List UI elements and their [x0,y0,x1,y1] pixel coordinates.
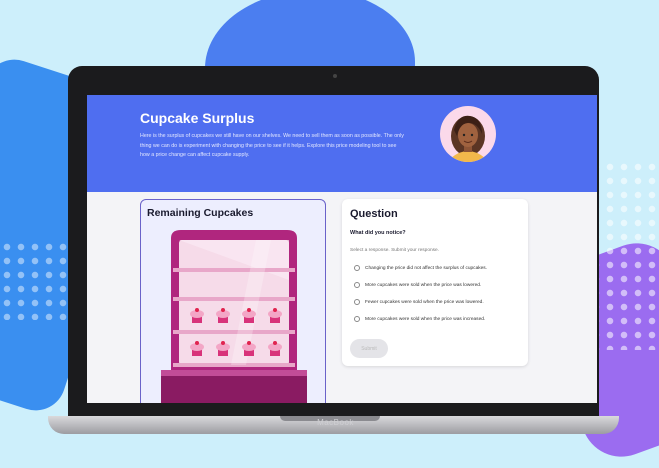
question-panel: Question What did you notice? Select a r… [342,199,528,366]
page-title: Cupcake Surplus [140,110,255,126]
page-description: Here is the surplus of cupcakes we still… [140,133,404,158]
remaining-cupcakes-panel: Remaining Cupcakes [140,199,326,403]
avatar [440,106,496,162]
answer-option-2[interactable]: More cupcakes were sold when the price w… [354,282,481,288]
answer-option-label: More cupcakes were sold when the price w… [365,282,482,288]
remaining-cupcakes-title: Remaining Cupcakes [147,207,254,219]
radio-icon[interactable] [354,282,360,288]
woman-avatar-icon [451,115,485,162]
display-case-icon [161,230,307,403]
answer-option-label: More cupcakes were sold when the price w… [365,316,486,322]
radio-icon[interactable] [354,299,360,305]
app-screen: Cupcake Surplus Here is the surplus of c… [87,95,597,403]
answer-option-label: Changing the price did not affect the su… [365,265,488,271]
background-dots-left [0,240,70,320]
laptop-camera [333,74,337,78]
question-instructions: Select a response. Submit your response. [350,248,440,253]
answer-option-1[interactable]: Changing the price did not affect the su… [354,265,487,271]
answer-option-3[interactable]: Fewer cupcakes were sold when the price … [354,299,484,305]
answer-option-label: Fewer cupcakes were sold when the price … [365,299,484,305]
background-dots-right [589,160,659,350]
answer-option-4[interactable]: More cupcakes were sold when the price w… [354,316,485,322]
submit-button[interactable]: Submit [350,339,388,358]
radio-icon[interactable] [354,265,360,271]
page-header: Cupcake Surplus Here is the surplus of c… [87,95,597,192]
question-title: Question [350,208,398,220]
radio-icon[interactable] [354,316,360,322]
question-prompt: What did you notice? [350,230,406,236]
laptop-brand: MacBook [317,418,354,427]
